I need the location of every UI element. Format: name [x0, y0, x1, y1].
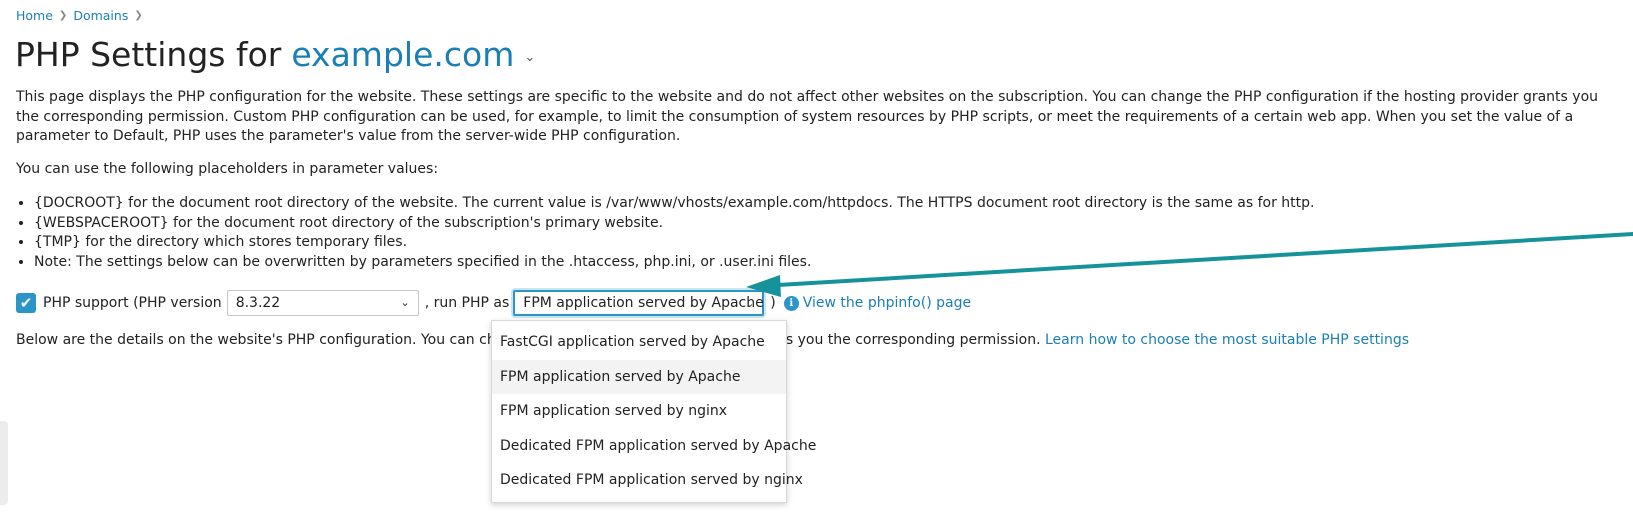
domain-switcher[interactable]: example.com [291, 33, 514, 77]
list-item: Note: The settings below can be overwrit… [34, 253, 1314, 273]
dropdown-option[interactable]: FPM application served by nginx [492, 394, 786, 429]
dropdown-option[interactable]: FastCGI application served by Apache [492, 325, 786, 360]
intro-text: This page displays the PHP configuration… [16, 89, 1599, 144]
info-icon: i [783, 295, 799, 311]
dropdown-option[interactable]: Dedicated FPM application served by Apac… [492, 429, 816, 464]
run-php-as-select[interactable]: FPM application served by Apache ⌄ [513, 290, 765, 316]
close-paren: ) [770, 295, 776, 311]
chevron-down-icon: ⌄ [400, 296, 410, 309]
run-php-as-dropdown: FastCGI application served by Apache FPM… [491, 320, 816, 503]
list-item: {TMP} for the directory which stores tem… [34, 233, 1314, 253]
page-title-text: PHP Settings for [15, 35, 282, 74]
side-panel-handle[interactable] [0, 421, 8, 505]
details-text-end: nts you the corresponding permission. [771, 332, 1041, 348]
phpinfo-link[interactable]: View the phpinfo() page [803, 295, 971, 311]
details-text-start: Below are the details on the website's P… [16, 332, 550, 348]
php-version-label: (PHP version [133, 295, 222, 311]
learn-php-settings-link[interactable]: Learn how to choose the most suitable PH… [1045, 332, 1409, 348]
php-support-row: ✔ PHP support (PHP version 8.3.22 ⌄ , ru… [16, 290, 971, 316]
check-icon: ✔ [19, 294, 33, 312]
list-item: {DOCROOT} for the document root director… [34, 194, 1314, 214]
breadcrumb: Home ❯ Domains ❯ [16, 8, 143, 23]
chevron-right-icon: ❯ [134, 10, 143, 21]
dropdown-option-selected[interactable]: FPM application served by Apache [492, 359, 786, 394]
chevron-down-icon[interactable]: ⌄ [524, 36, 535, 80]
dropdown-option[interactable]: Dedicated FPM application served by ngin… [492, 463, 803, 498]
php-version-value: 8.3.22 [235, 295, 281, 311]
breadcrumb-domains[interactable]: Domains [73, 8, 128, 23]
php-support-label: PHP support [43, 295, 129, 311]
php-support-checkbox[interactable]: ✔ [16, 293, 36, 313]
php-version-select[interactable]: 8.3.22 ⌄ [226, 290, 419, 316]
breadcrumb-home[interactable]: Home [16, 8, 53, 23]
run-php-as-value: FPM application served by Apache [523, 295, 764, 311]
chevron-right-icon: ❯ [58, 10, 68, 21]
list-item: {WEBSPACEROOT} for the document root dir… [34, 214, 1314, 234]
chevron-down-icon: ⌄ [745, 297, 755, 310]
run-as-label: , run PHP as [424, 295, 510, 311]
placeholder-list: {DOCROOT} for the document root director… [16, 194, 1314, 272]
page-title: PHP Settings for example.com ⌄ [15, 30, 535, 80]
placeholders-text: You can use the following placeholders i… [16, 161, 439, 177]
